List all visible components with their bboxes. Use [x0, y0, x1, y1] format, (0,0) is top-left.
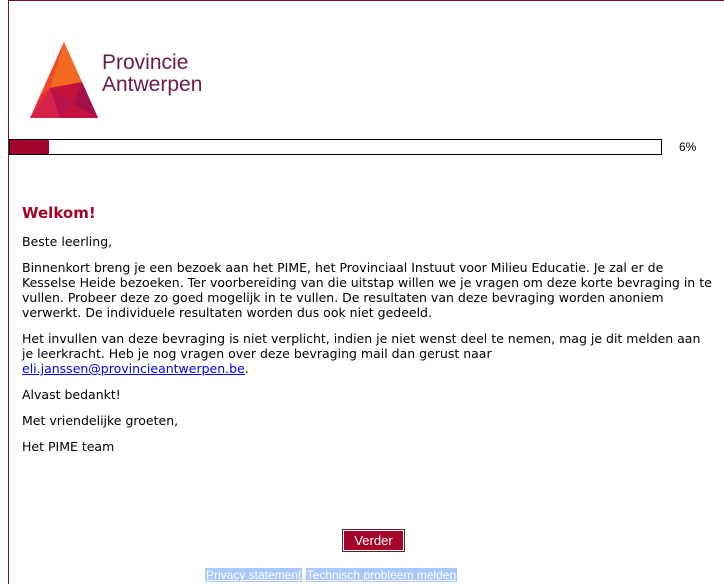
logo-line1: Provincie — [102, 51, 189, 74]
greeting-text: Beste leerling, — [22, 234, 113, 249]
next-button[interactable]: Verder — [342, 529, 405, 552]
thanks-text: Alvast bedankt! — [22, 387, 121, 402]
report-problem-link[interactable]: Technisch probleem melden — [305, 568, 458, 582]
intro-paragraph: Binnenkort breng je een bezoek aan het P… — [22, 260, 712, 320]
progress-percentage: 6% — [679, 140, 697, 154]
progress-bar — [9, 139, 662, 155]
regards-text: Met vriendelijke groeten, — [22, 413, 179, 428]
contact-text: Het invullen van deze bevraging is niet … — [22, 331, 701, 361]
email-link[interactable]: eli.janssen@provincieantwerpen.be — [22, 361, 245, 376]
logo-text: Provincie Antwerpen — [102, 52, 202, 96]
progress-fill — [10, 140, 50, 154]
signature-text: Het PIME team — [22, 439, 115, 454]
logo-line2: Antwerpen — [102, 73, 203, 96]
welcome-content: Welkom! Beste leerling, Binnenkort breng… — [22, 204, 712, 465]
triangle-logo-icon — [30, 42, 98, 118]
contact-text-end: . — [244, 361, 249, 376]
page-title: Welkom! — [22, 204, 96, 222]
footer-links: Privacy statement Technisch probleem mel… — [205, 567, 458, 583]
contact-paragraph: Het invullen van deze bevraging is niet … — [22, 331, 712, 376]
privacy-statement-link[interactable]: Privacy statement — [205, 568, 303, 582]
provincie-antwerpen-logo: Provincie Antwerpen — [30, 42, 240, 118]
